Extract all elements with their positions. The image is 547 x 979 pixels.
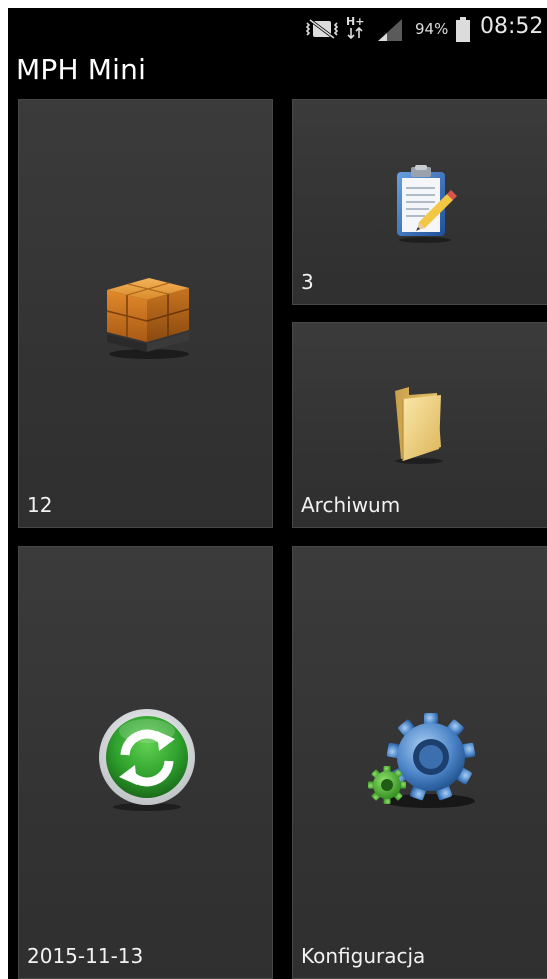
signal-icon [378,19,402,41]
folder-icon [395,387,443,464]
vibrate-mute-icon [305,18,339,40]
clipboard-icon [397,165,457,243]
network-data-icon: H+ [346,15,364,40]
app-screen: H+ 94% 08:52 MPH Mini 12 3 Archiwum 2015… [8,8,547,979]
battery-icon [456,17,470,42]
tile-sync[interactable]: 2015-11-13 [18,546,273,979]
tile-config[interactable]: Konfiguracja [292,546,547,979]
pallet-boxes-icon [106,278,190,359]
battery-percent: 94% [415,20,449,38]
tile-archive-label: Archiwum [301,493,401,517]
status-bar: H+ 94% 08:52 [8,8,547,48]
app-title: MPH Mini [16,53,147,86]
tile-orders-label: 3 [301,270,314,294]
tile-archive[interactable]: Archiwum [292,322,547,528]
tile-orders[interactable]: 3 [292,99,547,305]
tile-config-label: Konfiguracja [301,944,426,968]
tile-goods[interactable]: 12 [18,99,273,528]
network-type-label: H+ [346,15,364,28]
tile-goods-label: 12 [27,493,53,517]
gears-icon [368,713,476,808]
status-clock: 08:52 [480,14,544,39]
tile-sync-label: 2015-11-13 [27,944,144,968]
sync-icon [99,709,195,811]
